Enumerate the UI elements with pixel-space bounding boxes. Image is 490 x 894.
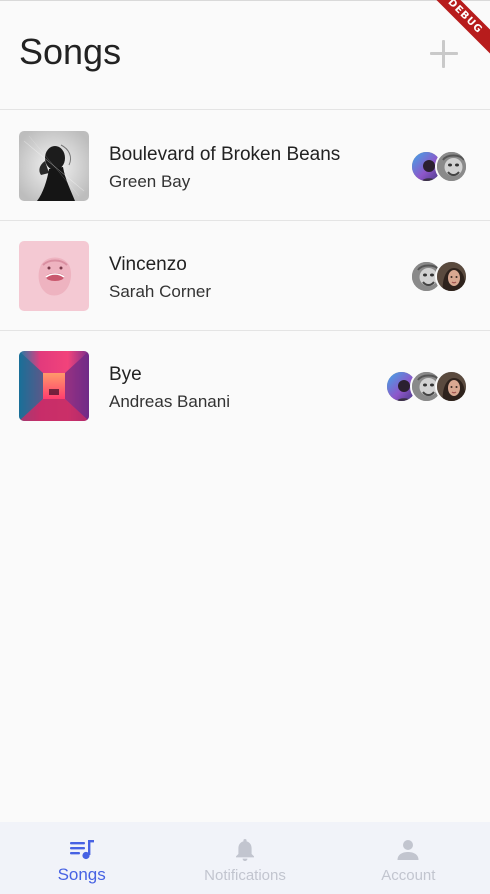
bell-icon — [232, 838, 258, 862]
song-artist: Andreas Banani — [109, 392, 230, 411]
song-artist: Green Bay — [109, 172, 191, 191]
song-row[interactable]: Boulevard of Broken Beans Green Bay — [0, 111, 490, 221]
nav-item-account[interactable]: Account — [327, 822, 490, 894]
nav-label-account: Account — [381, 867, 436, 884]
nav-item-notifications[interactable]: Notifications — [163, 822, 326, 894]
listener-avatars — [410, 150, 468, 183]
songs-screen: DEBUG Songs Boulevard of Broken Beans Gr… — [0, 0, 490, 894]
listener-avatars — [385, 370, 468, 403]
avatar[interactable] — [435, 370, 468, 403]
person-icon — [395, 838, 421, 862]
debug-banner-label: DEBUG — [420, 0, 490, 62]
bw-portrait-cover — [19, 131, 89, 201]
song-list: Boulevard of Broken Beans Green Bay Vinc… — [0, 111, 490, 441]
pink-face-cover — [19, 241, 89, 311]
listener-avatars — [410, 260, 468, 293]
song-title: Vincenzo — [109, 254, 187, 275]
song-title: Boulevard of Broken Beans — [109, 144, 341, 165]
bottom-navigation: Songs Notifications Account — [0, 822, 490, 894]
nav-label-songs: Songs — [57, 865, 106, 884]
song-row[interactable]: Vincenzo Sarah Corner — [0, 221, 490, 331]
nav-label-notifications: Notifications — [204, 867, 286, 884]
page-title: Songs — [19, 31, 122, 72]
song-row[interactable]: Bye Andreas Banani — [0, 331, 490, 441]
avatar[interactable] — [435, 150, 468, 183]
song-title: Bye — [109, 364, 142, 385]
debug-banner: DEBUG — [400, 0, 490, 90]
avatar[interactable] — [435, 260, 468, 293]
nav-item-songs[interactable]: Songs — [0, 822, 163, 894]
playlist-icon — [69, 838, 95, 862]
neon-corridor-cover — [19, 351, 89, 421]
song-artist: Sarah Corner — [109, 282, 212, 301]
